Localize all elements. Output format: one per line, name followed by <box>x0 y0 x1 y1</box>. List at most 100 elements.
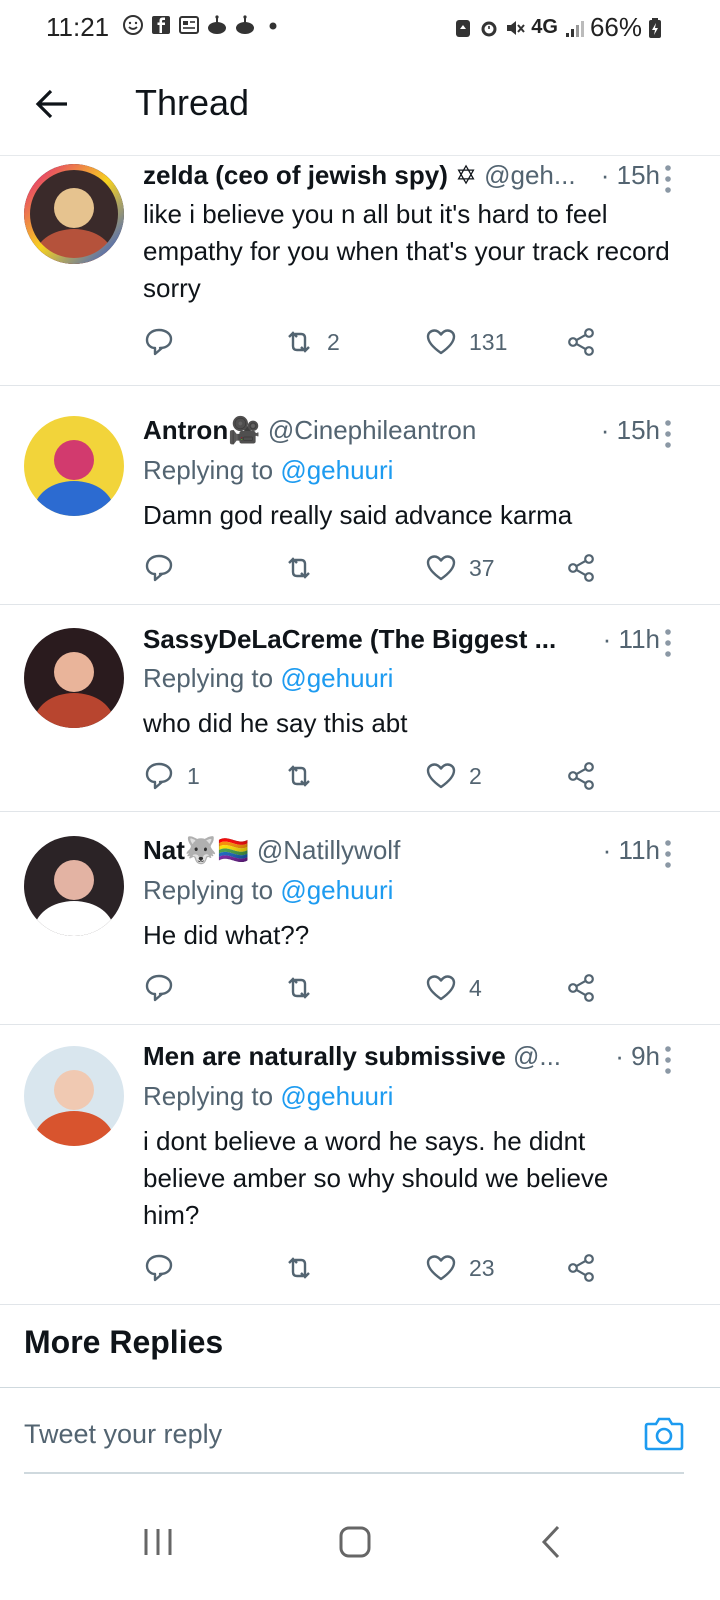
status-bar: 11:21 4G 66% <box>0 0 720 56</box>
tweet-text: i dont believe a word he says. he didnt … <box>143 1126 609 1230</box>
reply-icon <box>145 762 173 790</box>
display-name[interactable]: zelda (ceo of jewish spy) ✡ <box>143 160 477 190</box>
tweet-text: Damn god really said advance karma <box>143 500 573 530</box>
replying-to-label: Replying to <box>143 875 281 905</box>
display-name[interactable]: Men are naturally submissive <box>143 1041 506 1071</box>
tweet-reply[interactable]: SassyDeLaCreme (The Biggest ... · 11h Rep… <box>0 606 720 812</box>
heart-icon <box>426 329 456 355</box>
avatar[interactable] <box>24 1046 124 1146</box>
reply-button[interactable] <box>143 968 187 1008</box>
reply-button[interactable] <box>143 548 187 588</box>
like-count: 4 <box>469 974 482 1001</box>
replying-to-label: Replying to <box>143 455 281 485</box>
heart-icon <box>426 1255 456 1281</box>
tweet-reply[interactable]: Nat🐺🏳️‍🌈 @Natillywolf · 11h Replying to @… <box>0 813 720 1025</box>
retweet-button[interactable] <box>283 548 327 588</box>
status-right-icons: 4G 66% <box>453 12 662 43</box>
heart-icon <box>426 975 456 1001</box>
display-name[interactable]: SassyDeLaCreme (The Biggest ... <box>143 624 556 654</box>
more-options-icon[interactable] <box>658 1045 678 1075</box>
share-button[interactable] <box>565 548 597 588</box>
like-count: 37 <box>469 554 495 581</box>
tweet-actions: 12 <box>143 756 613 796</box>
more-options-icon[interactable] <box>658 164 678 194</box>
avatar[interactable] <box>24 628 124 728</box>
tweet-timestamp: · 11h <box>596 835 660 866</box>
share-button[interactable] <box>565 968 597 1008</box>
more-options-icon[interactable] <box>658 628 678 658</box>
heart-icon <box>426 555 456 581</box>
mention-link[interactable]: @gehuuri <box>280 1081 393 1111</box>
tweet-reply-input[interactable] <box>24 1410 604 1458</box>
mute-icon <box>507 20 526 35</box>
smiley-icon <box>123 15 143 35</box>
tweet-reply[interactable]: Men are naturally submissive @... · 9h Re… <box>0 1026 720 1305</box>
share-button[interactable] <box>565 1248 597 1288</box>
reply-count: 1 <box>187 762 200 789</box>
display-name[interactable]: Antron🎥 <box>143 415 261 445</box>
replying-to: Replying to @gehuuri <box>143 1081 393 1112</box>
share-button[interactable] <box>565 756 597 796</box>
user-handle: @Cinephileantron <box>267 415 477 445</box>
back-icon[interactable] <box>522 1512 582 1572</box>
camera-icon[interactable] <box>644 1414 684 1452</box>
retweet-icon <box>288 765 310 787</box>
battery-icon <box>649 17 661 38</box>
tweet-text: like i believe you n all but it's hard t… <box>143 199 670 303</box>
arrow-left-icon[interactable] <box>30 82 74 126</box>
news-icon <box>179 16 199 34</box>
mention-link[interactable]: @gehuuri <box>280 455 393 485</box>
facebook-icon <box>152 16 170 34</box>
share-icon <box>568 974 594 1002</box>
reply-composer <box>0 1390 720 1476</box>
status-left-icons <box>122 14 284 36</box>
tweet-header: Nat🐺🏳️‍🌈 @Natillywolf · 11h <box>143 835 660 871</box>
share-icon <box>568 1254 594 1282</box>
retweet-button[interactable] <box>283 1248 327 1288</box>
like-button[interactable]: 4 <box>425 968 482 1008</box>
retweet-button[interactable]: 2 <box>283 322 340 362</box>
tweet-timestamp: · 9h <box>609 1041 660 1072</box>
display-name[interactable]: Nat🐺🏳️‍🌈 <box>143 835 250 865</box>
mention-link[interactable]: @gehuuri <box>280 663 393 693</box>
tweet-timestamp: · 15h <box>594 160 660 191</box>
replying-to: Replying to @gehuuri <box>143 455 393 486</box>
thread-header: Thread <box>0 60 720 156</box>
tweet-header: Men are naturally submissive @... · 9h <box>143 1041 660 1077</box>
retweet-button[interactable] <box>283 968 327 1008</box>
replying-to: Replying to @gehuuri <box>143 663 393 694</box>
share-button[interactable] <box>565 322 597 362</box>
mention-link[interactable]: @gehuuri <box>280 875 393 905</box>
more-options-icon[interactable] <box>658 839 678 869</box>
more-replies-title: More Replies <box>24 1324 224 1360</box>
avatar[interactable] <box>24 164 124 264</box>
system-nav-bar <box>0 1490 720 1600</box>
reply-icon <box>145 1254 173 1282</box>
avatar[interactable] <box>24 416 124 516</box>
home-icon[interactable] <box>325 1512 385 1572</box>
replying-to: Replying to @gehuuri <box>143 875 393 906</box>
like-button[interactable]: 37 <box>425 548 495 588</box>
retweet-button[interactable] <box>283 756 327 796</box>
reply-icon <box>145 328 173 356</box>
tweet-actions: 23 <box>143 1248 613 1288</box>
recents-icon[interactable] <box>128 1512 188 1572</box>
status-time: 11:21 <box>46 12 110 42</box>
reply-button[interactable] <box>143 1248 187 1288</box>
battery-saver-icon <box>456 19 471 37</box>
like-button[interactable]: 131 <box>425 322 507 362</box>
user-handle: @Natillywolf <box>256 835 401 865</box>
more-options-icon[interactable] <box>658 419 678 449</box>
share-icon <box>568 762 594 790</box>
like-button[interactable]: 2 <box>425 756 482 796</box>
like-button[interactable]: 23 <box>425 1248 495 1288</box>
tweet-actions: 2 131 <box>143 322 613 362</box>
dot-icon <box>269 22 277 30</box>
avatar[interactable] <box>24 836 124 936</box>
more-replies-section[interactable]: More Replies <box>0 1306 720 1388</box>
tweet-reply[interactable]: zelda (ceo of jewish spy) ✡ @geh... · 15… <box>0 156 720 386</box>
cake-icon <box>236 15 254 34</box>
reply-button[interactable] <box>143 322 187 362</box>
reply-button[interactable]: 1 <box>143 756 200 796</box>
tweet-reply[interactable]: Antron🎥 @Cinephileantron · 15h Replying t… <box>0 387 720 605</box>
